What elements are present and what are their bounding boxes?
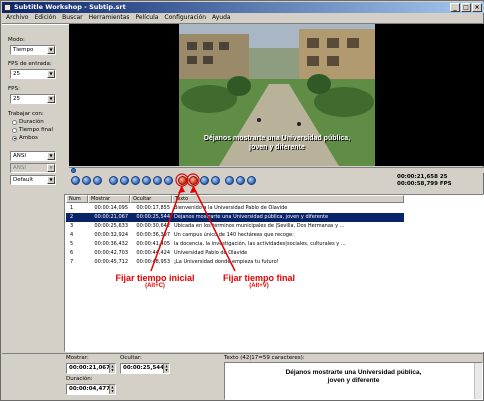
start-highlight-ring xyxy=(175,173,189,187)
editor-separator xyxy=(2,353,484,354)
end-arrowhead xyxy=(190,186,197,193)
texto-line-2: joven y diferente xyxy=(327,377,380,384)
subtitle-editor: Mostrar: 00:00:21,067 ▲ ▼ Ocultar: 00:00:2… xyxy=(2,353,484,401)
start-arrow-line xyxy=(150,185,183,272)
mostrar-value: 00:00:21,067 xyxy=(69,365,110,371)
app-window: Subtitle Workshop - Subtip.srt _ □ × Arc… xyxy=(0,0,484,401)
spinner-arrows-icon[interactable]: ▲ ▼ xyxy=(109,364,115,373)
texto-label: Texto (42|17=59 caracteres): xyxy=(224,355,305,361)
end-annotation-shortcut: (Alt+V) xyxy=(249,283,269,289)
ocultar-label: Ocultar: xyxy=(120,355,142,361)
end-annotation-title: Fijar tiempo final xyxy=(222,273,295,283)
mostrar-input[interactable]: 00:00:21,067 ▲ ▼ xyxy=(66,363,116,374)
end-time-annotation: Fijar tiempo final (Alt+V) xyxy=(209,273,309,289)
duracion-input[interactable]: 00:00:04,477 ▲ ▼ xyxy=(66,384,116,395)
duracion-value: 00:00:04,477 xyxy=(69,386,110,392)
end-highlight-ring xyxy=(186,173,200,187)
spinner-arrows-icon[interactable]: ▲ ▼ xyxy=(109,385,115,394)
annotation-arrows xyxy=(150,173,236,272)
start-arrowhead xyxy=(178,186,185,193)
start-annotation-title: Fijar tiempo inicial xyxy=(115,273,195,283)
ocultar-value: 00:00:25,544 xyxy=(123,365,164,371)
text-scrollbar[interactable] xyxy=(474,363,482,399)
ocultar-input[interactable]: 00:00:25,544 ▲ ▼ xyxy=(120,363,170,374)
texto-line-1: Déjanos mostrarte una Universidad públic… xyxy=(285,369,422,376)
mostrar-label: Mostrar: xyxy=(66,355,89,361)
spinner-arrows-icon[interactable]: ▲ ▼ xyxy=(163,364,169,373)
end-arrow-line xyxy=(192,185,236,272)
subtitle-text-area[interactable]: Déjanos mostrarte una Universidad públic… xyxy=(224,362,483,400)
start-time-annotation: Fijar tiempo inicial (Alt+C) xyxy=(105,273,205,289)
duracion-label: Duración: xyxy=(66,376,93,382)
start-annotation-shortcut: (Alt+C) xyxy=(145,283,165,289)
